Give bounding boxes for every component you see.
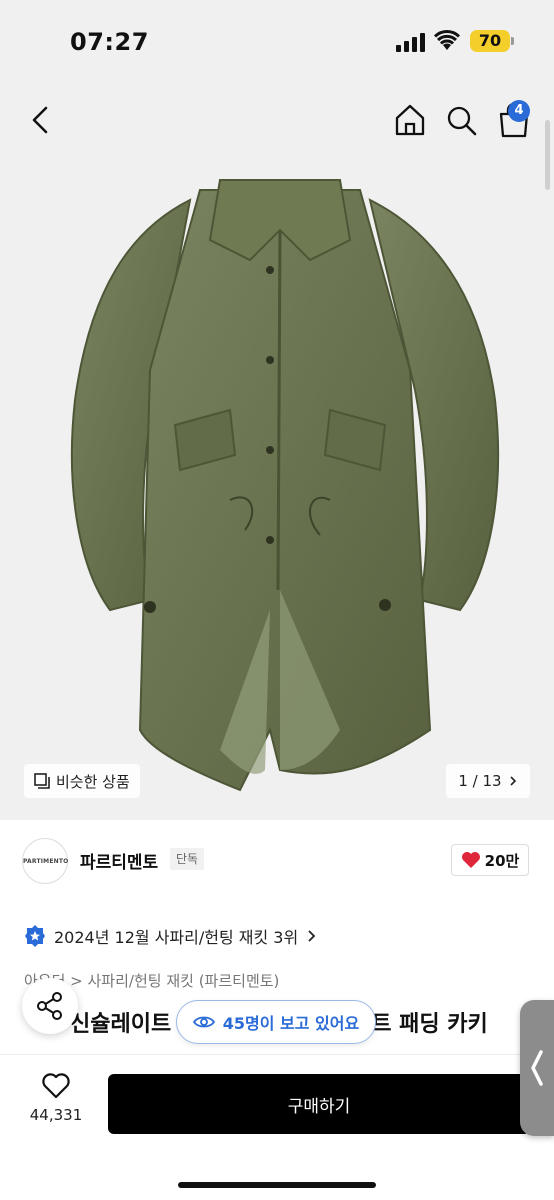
cart-count-badge: 4 xyxy=(508,100,530,122)
chevron-right-icon xyxy=(308,930,316,942)
battery-tip xyxy=(511,37,514,45)
rank-badge-icon xyxy=(25,925,45,947)
similar-icon xyxy=(34,773,50,789)
image-page-indicator[interactable]: 1 / 13 xyxy=(446,764,530,798)
status-time: 07:27 xyxy=(70,28,149,56)
similar-products-button[interactable]: 비슷한 상품 xyxy=(24,764,140,798)
share-icon xyxy=(37,992,62,1020)
wifi-icon xyxy=(434,30,460,50)
ranking-text: 2024년 12월 사파리/헌팅 재킷 3위 xyxy=(54,928,299,947)
title-right: 트 패딩 카키 xyxy=(371,1012,488,1037)
title-left: 신슐레이트 xyxy=(70,1012,172,1037)
divider xyxy=(0,1054,554,1055)
back-icon[interactable] xyxy=(24,100,58,140)
share-button[interactable] xyxy=(22,978,78,1034)
eye-icon xyxy=(192,1016,215,1028)
brand-row: PARTIMENTO 파르티멘토 단독 20만 xyxy=(0,820,554,902)
battery-indicator: 70 xyxy=(470,30,510,52)
viewers-text: 45명이 보고 있어요 xyxy=(222,1014,360,1033)
heart-icon xyxy=(461,852,480,868)
brand-like-button[interactable]: 20만 xyxy=(451,844,529,876)
similar-products-label: 비슷한 상품 xyxy=(56,772,130,791)
wishlist-count: 44,331 xyxy=(29,1106,83,1124)
exclusive-tag: 단독 xyxy=(170,848,205,870)
signal-icon xyxy=(396,32,426,52)
brand-name[interactable]: 파르티멘토 xyxy=(80,848,158,873)
wishlist-button[interactable]: 44,331 xyxy=(24,1072,88,1136)
brand-like-count: 20만 xyxy=(484,851,520,870)
home-icon[interactable] xyxy=(392,100,428,140)
product-image-coat xyxy=(70,179,500,792)
brand-logo[interactable]: PARTIMENTO xyxy=(22,838,68,884)
home-indicator xyxy=(178,1182,376,1188)
chevron-right-icon xyxy=(510,776,516,786)
heart-outline-icon xyxy=(42,1073,70,1099)
viewers-pill: 45명이 보고 있어요 xyxy=(176,1000,376,1044)
ranking-link[interactable]: 2024년 12월 사파리/헌팅 재킷 3위 xyxy=(24,924,316,948)
buy-button[interactable]: 구매하기 xyxy=(108,1074,530,1134)
image-page-text: 1 / 13 xyxy=(458,772,502,790)
search-icon[interactable] xyxy=(443,100,479,140)
scrollbar-thumb[interactable] xyxy=(545,120,550,190)
chevron-left-icon xyxy=(531,1050,543,1086)
status-bar: 07:27 70 xyxy=(0,0,554,84)
side-drawer-handle[interactable] xyxy=(520,1000,554,1136)
